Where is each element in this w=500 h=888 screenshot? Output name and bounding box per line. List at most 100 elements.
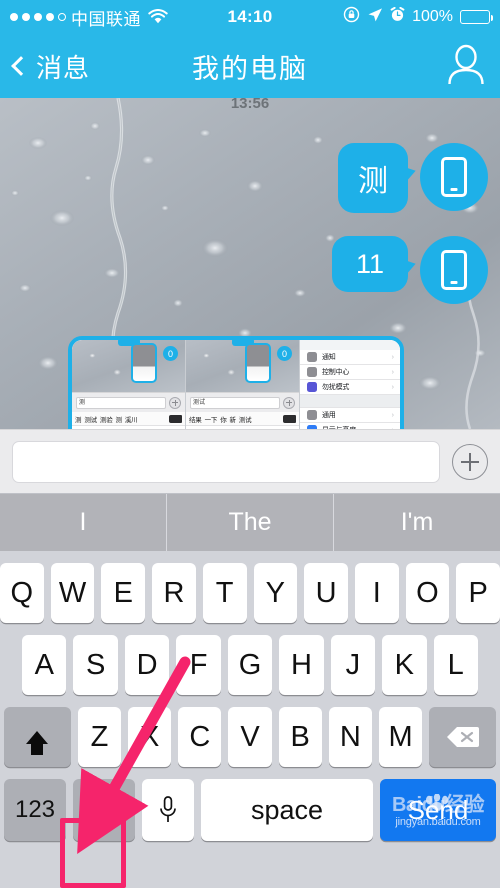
prediction-bar: I The I'm [0, 493, 500, 551]
sender-avatar[interactable] [420, 143, 488, 211]
key-s[interactable]: S [73, 635, 118, 695]
chevron-right-icon: › [391, 411, 394, 419]
battery-icon [460, 10, 493, 24]
chevron-right-icon: › [391, 353, 394, 361]
attachment-pane: 0 测 测 测试 测验 测 溪川 [72, 340, 186, 429]
candidate: 测 [75, 416, 82, 424]
candidate: 新 [229, 416, 237, 424]
key-k[interactable]: K [382, 635, 427, 695]
prediction-item[interactable]: I'm [334, 494, 500, 551]
person-avatar-icon [448, 44, 484, 84]
candidate: 溪川 [124, 416, 138, 424]
space-key[interactable]: space [201, 779, 373, 841]
plus-circle-icon[interactable] [452, 443, 488, 480]
candidate: 结果 [189, 416, 202, 424]
navigation-bar: 消息 我的电脑 [0, 34, 500, 98]
settings-row-label: 勿扰模式 [322, 384, 350, 391]
key-e[interactable]: E [101, 563, 146, 623]
key-h[interactable]: H [279, 635, 324, 695]
handwriting-strokes-icon [80, 428, 180, 429]
attachment-pane: 0 测试 结果 一下 你 新 测试 [186, 340, 300, 429]
prediction-item[interactable]: I [0, 494, 167, 551]
microphone-icon [158, 795, 178, 825]
prediction-item[interactable]: The [167, 494, 334, 551]
delete-key-icon [169, 414, 182, 423]
mini-message-card [131, 343, 157, 383]
phone-screen: 中国联通 14:10 100% 消息 我的电脑 13:56 测 11 0 测 测… [0, 0, 500, 888]
backspace-icon [446, 725, 480, 749]
send-key[interactable]: Send Baidu经验 jingyan.baidu.com [380, 779, 496, 841]
keyboard-row-4: 123 space Send Baidu经验 jingyan.baidu.com [0, 779, 500, 841]
mini-candidate-bar: 测 测试 测验 测 溪川 [72, 412, 185, 426]
mini-badge: 0 [277, 346, 292, 361]
key-r[interactable]: R [152, 563, 196, 623]
key-a[interactable]: A [22, 635, 67, 695]
key-p[interactable]: P [456, 563, 500, 623]
keyboard-row-2: A S D F G H J K L [0, 635, 500, 695]
key-g[interactable]: G [227, 635, 273, 695]
message-input[interactable] [12, 440, 440, 483]
globe-key[interactable] [73, 779, 135, 841]
message-row: 测 [338, 143, 488, 213]
message-bubble[interactable]: 测 [338, 143, 408, 213]
keyboard-row-3: Z X C V B N M [0, 707, 500, 767]
backspace-key[interactable] [429, 707, 497, 767]
shift-key[interactable] [4, 707, 71, 767]
dictation-key[interactable] [142, 779, 194, 841]
settings-row: 勿扰模式 › [300, 380, 400, 395]
key-i[interactable]: I [354, 563, 399, 623]
key-x[interactable]: X [128, 707, 172, 767]
settings-row-label: 通知 [322, 354, 336, 361]
settings-row: 通知 › [300, 350, 400, 365]
chevron-right-icon: › [392, 427, 394, 430]
chevron-left-icon [11, 56, 31, 76]
bell-icon [307, 352, 317, 362]
numbers-key[interactable]: 123 [4, 779, 66, 841]
globe-icon [87, 793, 121, 827]
key-t[interactable]: T [202, 563, 247, 623]
profile-button[interactable] [446, 43, 486, 90]
gear-icon [307, 410, 317, 420]
battery-cap [490, 15, 493, 21]
sender-avatar[interactable] [420, 236, 488, 304]
key-y[interactable]: Y [253, 563, 298, 623]
rotation-lock-icon [343, 6, 360, 28]
shift-arrow-icon [26, 730, 49, 755]
mini-plus-icon [283, 396, 295, 409]
send-key-label: Send [407, 794, 469, 825]
settings-row-label: 控制中心 [322, 369, 350, 376]
moon-icon [307, 382, 317, 392]
key-b[interactable]: B [278, 707, 322, 767]
delete-key-icon [283, 414, 296, 423]
key-u[interactable]: U [304, 563, 348, 623]
chevron-right-icon: › [391, 368, 394, 376]
status-bar: 中国联通 14:10 100% [0, 0, 500, 34]
key-d[interactable]: D [124, 635, 170, 695]
back-button[interactable]: 消息 [11, 48, 90, 85]
mini-wallpaper: 0 [72, 340, 185, 392]
battery-percent-label: 100% [412, 8, 453, 25]
key-n[interactable]: N [328, 707, 372, 767]
image-attachment[interactable]: 0 测 测 测试 测验 测 溪川 0 测试 结果 一下 你 新 测试 通知 › … [68, 336, 404, 429]
key-z[interactable]: Z [77, 707, 122, 767]
message-bubble[interactable]: 11 [332, 236, 408, 292]
message-text: 11 [355, 248, 385, 279]
chevron-right-icon: › [391, 383, 394, 391]
key-c[interactable]: C [178, 707, 222, 767]
key-m[interactable]: M [378, 707, 423, 767]
alarm-clock-icon [390, 6, 405, 27]
key-v[interactable]: V [228, 707, 272, 767]
candidate: 你 [220, 416, 227, 424]
phone-device-icon [441, 157, 467, 197]
key-f[interactable]: F [176, 635, 221, 695]
brightness-icon [307, 425, 317, 429]
mini-plus-icon [169, 396, 181, 409]
key-j[interactable]: J [330, 635, 376, 695]
key-l[interactable]: L [433, 635, 478, 695]
key-o[interactable]: O [405, 563, 450, 623]
key-q[interactable]: Q [0, 563, 44, 623]
mini-text-field: 测 [76, 396, 166, 409]
mini-message-card [245, 343, 271, 383]
key-w[interactable]: W [50, 563, 95, 623]
chat-message-area: 13:56 测 11 0 测 测 测试 测验 测 溪川 0 测试 结果 一下 你… [0, 98, 500, 429]
